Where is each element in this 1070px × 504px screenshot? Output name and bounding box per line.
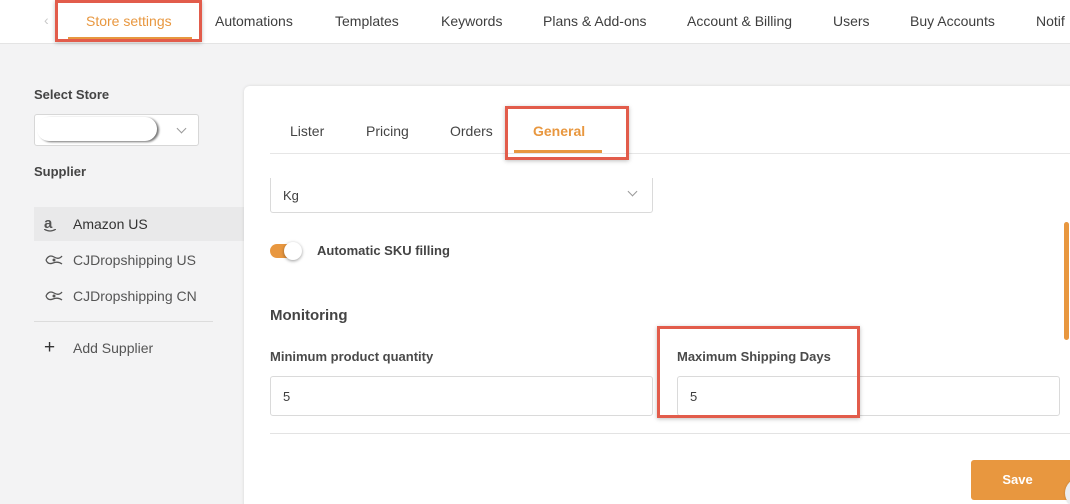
nav-tab-keywords[interactable]: Keywords bbox=[441, 13, 502, 29]
add-supplier-label: Add Supplier bbox=[73, 340, 154, 356]
amazon-icon: a bbox=[44, 216, 62, 232]
plus-icon: + bbox=[44, 337, 56, 358]
nav-tab-plans-addons[interactable]: Plans & Add-ons bbox=[543, 13, 647, 29]
max-shipping-days-label: Maximum Shipping Days bbox=[677, 349, 831, 364]
store-select-value bbox=[37, 117, 157, 141]
max-shipping-days-input[interactable]: 5 bbox=[677, 376, 1060, 416]
supplier-item-cjdropshipping-us[interactable]: CJDropshipping US bbox=[34, 243, 244, 277]
supplier-item-label: CJDropshipping US bbox=[73, 252, 196, 268]
top-navigation: ‹ Store settings Automations Templates K… bbox=[0, 0, 1070, 44]
monitoring-section-title: Monitoring bbox=[270, 307, 348, 324]
supplier-label: Supplier bbox=[34, 164, 87, 179]
save-button-label: Save bbox=[1002, 472, 1033, 487]
save-button[interactable]: Save bbox=[971, 460, 1070, 504]
cj-dropshipping-icon bbox=[44, 252, 63, 268]
nav-active-indicator bbox=[68, 37, 192, 40]
tab-orders[interactable]: Orders bbox=[450, 123, 493, 139]
supplier-item-label: Amazon US bbox=[73, 216, 148, 232]
supplier-item-amazon-us[interactable]: a Amazon US bbox=[34, 207, 244, 241]
nav-tab-store-settings[interactable]: Store settings bbox=[86, 13, 172, 29]
form-divider bbox=[270, 433, 1070, 434]
nav-tab-templates[interactable]: Templates bbox=[335, 13, 399, 29]
nav-scroll-left-icon[interactable]: ‹ bbox=[44, 12, 49, 28]
tab-pricing[interactable]: Pricing bbox=[366, 123, 409, 139]
select-store-label: Select Store bbox=[34, 87, 110, 102]
tabs-divider bbox=[270, 153, 1070, 154]
max-shipping-days-value: 5 bbox=[690, 389, 698, 404]
supplier-item-label: CJDropshipping CN bbox=[73, 288, 197, 304]
chevron-down-icon bbox=[627, 186, 638, 197]
min-quantity-value: 5 bbox=[283, 389, 291, 404]
panel-scrollbar[interactable] bbox=[1064, 222, 1069, 340]
chevron-down-icon bbox=[176, 123, 187, 134]
min-quantity-label: Minimum product quantity bbox=[270, 349, 434, 364]
nav-tab-users[interactable]: Users bbox=[833, 13, 870, 29]
tab-general[interactable]: General bbox=[533, 123, 585, 139]
auto-sku-toggle[interactable] bbox=[270, 242, 304, 260]
nav-tab-buy-accounts[interactable]: Buy Accounts bbox=[910, 13, 995, 29]
weight-unit-value: Kg bbox=[283, 188, 299, 203]
store-select-dropdown[interactable] bbox=[34, 114, 199, 146]
add-supplier-button[interactable]: + Add Supplier bbox=[44, 337, 154, 358]
cj-dropshipping-icon bbox=[44, 288, 63, 304]
nav-tab-account-billing[interactable]: Account & Billing bbox=[687, 13, 792, 29]
nav-tab-automations[interactable]: Automations bbox=[215, 13, 293, 29]
nav-tab-notifications[interactable]: Notif bbox=[1036, 13, 1065, 29]
min-quantity-input[interactable]: 5 bbox=[270, 376, 653, 416]
auto-sku-label: Automatic SKU filling bbox=[317, 243, 450, 258]
toggle-knob bbox=[284, 242, 302, 260]
supplier-item-cjdropshipping-cn[interactable]: CJDropshipping CN bbox=[34, 279, 244, 313]
settings-panel bbox=[244, 86, 1070, 504]
tab-lister[interactable]: Lister bbox=[290, 123, 324, 139]
weight-unit-select[interactable]: Kg bbox=[270, 178, 653, 213]
sidebar-divider bbox=[34, 321, 213, 322]
